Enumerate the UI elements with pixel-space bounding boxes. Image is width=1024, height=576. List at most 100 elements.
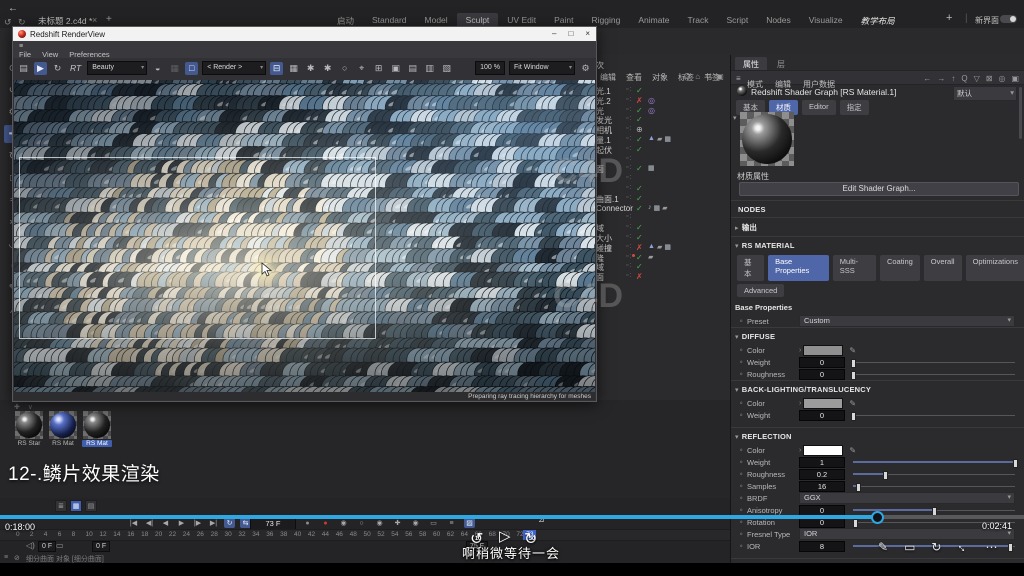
nav-icon[interactable]: Q [961, 74, 967, 83]
record-icon[interactable]: ≡ [446, 519, 457, 528]
property-value-field[interactable]: 0 [799, 357, 845, 368]
section-header[interactable]: ▾DIFFUSE [731, 327, 1024, 344]
edit-note-icon[interactable]: ✎ [878, 540, 888, 554]
scrollbar[interactable] [1019, 87, 1022, 139]
property-slider[interactable] [853, 358, 1015, 367]
object-enable-icon[interactable]: ✗ [636, 243, 643, 252]
rv-tool-icon[interactable]: ▥ [423, 62, 436, 75]
om-tool-icon[interactable]: ▽ [705, 72, 711, 81]
slider-handle[interactable] [851, 371, 856, 380]
render-dropdown[interactable]: < Render > [202, 61, 266, 75]
object-enable-icon[interactable]: ✓ [636, 106, 643, 115]
menu-icon[interactable]: ≡ [736, 74, 741, 83]
property-value-field[interactable]: 8 [799, 541, 845, 552]
om-tool-icon[interactable]: Q [684, 72, 690, 81]
slider-handle[interactable] [853, 519, 858, 528]
new-interface-button[interactable]: 新界面 [975, 15, 999, 26]
nav-icon[interactable]: ▣ [1011, 74, 1019, 83]
anim-dot-icon[interactable]: ∘ [739, 358, 747, 366]
anim-dot-icon[interactable]: ∘ [739, 346, 747, 354]
om-menu-对象[interactable]: 对象 [652, 72, 668, 83]
material-thumb[interactable]: RS Star [14, 411, 44, 447]
rv-tool-icon[interactable]: ▦ [287, 62, 300, 75]
anim-dot-icon[interactable]: ∘ [739, 494, 747, 502]
shader-chip-optimizations[interactable]: Optimizations [966, 255, 1024, 281]
record-icon[interactable]: ◉ [374, 518, 385, 528]
zoom-level-field[interactable]: 100 % [475, 61, 505, 75]
object-enable-icon[interactable]: ✓ [636, 135, 643, 144]
shader-chip-coating[interactable]: Coating [880, 255, 920, 281]
window-titlebar[interactable]: Redshift RenderView –□× [13, 27, 596, 41]
maximize-icon[interactable]: □ [568, 29, 573, 38]
gear-icon[interactable]: ⚙ [579, 62, 592, 75]
object-toggles[interactable]: ▫: [626, 213, 632, 220]
timeline-mode-icon[interactable]: ≣ [55, 500, 67, 512]
tag-icon[interactable]: ▰ [657, 135, 662, 143]
shader-chip-base-properties[interactable]: Base Properties [768, 255, 829, 281]
object-enable-icon[interactable]: ✓ [636, 115, 643, 124]
slider-handle[interactable] [1008, 543, 1013, 552]
object-toggles[interactable]: ▫: [626, 233, 632, 240]
expand-arrow-icon[interactable]: › [799, 347, 801, 354]
rv-tool-icon[interactable]: ▤ [17, 62, 30, 75]
object-toggles[interactable]: ▫: [626, 262, 632, 269]
undo-icon[interactable]: ↺ [4, 17, 12, 28]
transport-icon[interactable]: ▶ [176, 518, 187, 528]
rv-tool-icon[interactable]: ◒ [151, 62, 164, 75]
fit-window-dropdown[interactable]: Fit Window [509, 61, 575, 75]
slider-handle[interactable] [1013, 459, 1018, 468]
nav-icon[interactable]: ← [923, 74, 931, 83]
object-enable-icon[interactable]: ✓ [636, 164, 643, 173]
tag-icon[interactable]: ▦ [654, 204, 661, 212]
slider-handle[interactable] [856, 483, 861, 492]
anim-dot-icon[interactable]: ∘ [739, 542, 747, 550]
rv-tool-icon[interactable]: □ [185, 62, 198, 75]
tag-icon[interactable]: ▲ [648, 135, 655, 143]
seek-handle[interactable] [871, 511, 884, 524]
property-dropdown[interactable]: GGX [799, 492, 1015, 504]
anim-dot-icon[interactable]: ∘ [739, 482, 747, 490]
color-swatch[interactable] [803, 345, 843, 356]
object-enable-icon[interactable]: ✓ [636, 184, 643, 193]
object-enable-icon[interactable]: ✓ [636, 233, 643, 242]
anim-dot-icon[interactable]: ∘ [739, 530, 747, 538]
more-options-icon[interactable]: ⋯ [985, 540, 997, 554]
object-toggles[interactable]: ▫: [626, 204, 632, 211]
mini-player-icon[interactable]: ▭ [904, 540, 915, 554]
property-value-field[interactable]: 0 [799, 505, 845, 516]
fullscreen-arrows-icon[interactable]: ↔ [957, 540, 969, 554]
object-toggles[interactable]: ▫: [626, 135, 632, 142]
nav-icon[interactable]: ⊠ [986, 74, 993, 83]
expand-arrow-icon[interactable]: › [799, 400, 801, 407]
property-slider[interactable] [853, 470, 1015, 479]
section-header[interactable]: ▸输出 [731, 217, 1024, 236]
menu-icon[interactable]: ≡ [19, 43, 23, 50]
shader-chip-基本[interactable]: 基本 [737, 255, 764, 281]
transport-icon[interactable]: ▶| [208, 518, 219, 528]
rv-tool-icon[interactable]: ↻ [51, 62, 64, 75]
tag-icon[interactable]: ▦ [648, 164, 655, 172]
object-toggles[interactable]: ▫: [626, 86, 632, 93]
object-toggles[interactable]: ▫: [626, 125, 632, 132]
object-toggles[interactable]: ▫: [626, 223, 632, 230]
object-enable-icon[interactable]: ✗ [636, 96, 643, 105]
section-header[interactable]: ▾BACK-LIGHTING/TRANSLUCENCY [731, 380, 1024, 397]
property-value-field[interactable]: 1 [799, 457, 845, 468]
range-start-field[interactable]: 0 F [38, 541, 56, 552]
record-icon[interactable]: ● [302, 519, 313, 528]
om-menu-查看[interactable]: 查看 [626, 72, 642, 83]
range-start2-field[interactable]: 0 F [92, 541, 110, 552]
section-header[interactable]: ▾REFLECTION [731, 427, 1024, 444]
anim-dot-icon[interactable]: ∘ [739, 370, 747, 378]
anim-dot-icon[interactable]: ∘ [739, 411, 747, 419]
transport-icon[interactable]: ◀| [144, 518, 155, 528]
tag-icon[interactable]: ▦ [664, 243, 671, 251]
object-toggles[interactable]: ▫: [626, 184, 632, 191]
rv-tool-icon[interactable]: ▧ [440, 62, 453, 75]
timeline-mode-icon[interactable]: ▤ [85, 500, 97, 512]
render-preset-dropdown[interactable]: 默认 [953, 86, 1017, 101]
object-enable-icon[interactable]: ✓ [636, 86, 643, 95]
pencil-icon[interactable]: ✎ [849, 346, 856, 355]
slider-handle[interactable] [883, 471, 888, 480]
color-swatch[interactable] [803, 398, 843, 409]
